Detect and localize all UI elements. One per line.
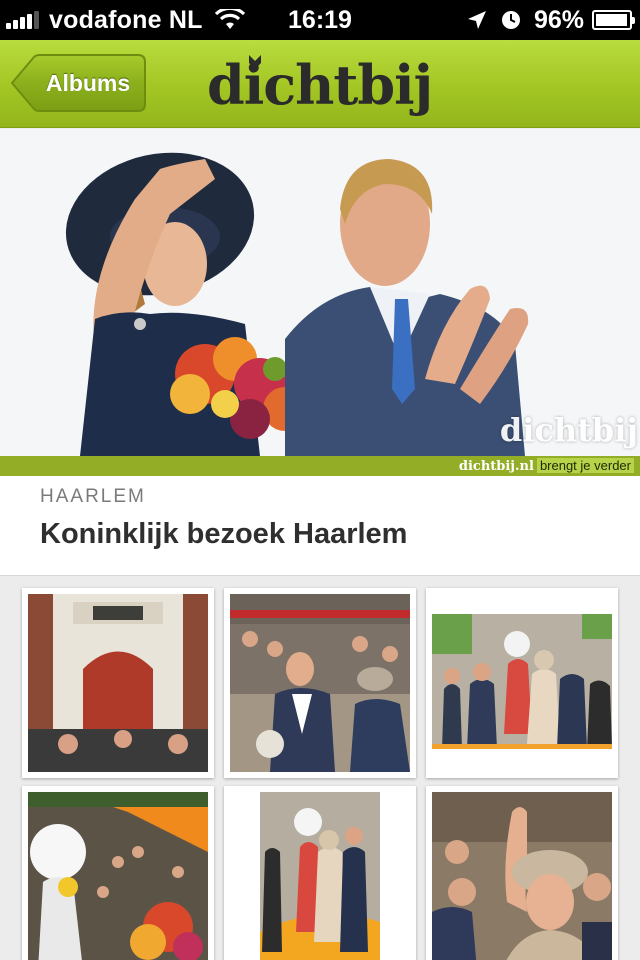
photo-orange-carpet [230,792,410,960]
photo-thumbnail[interactable] [22,786,214,960]
album-title: Koninklijk bezoek Haarlem [40,518,408,550]
logo-text: dichtbij [207,53,433,117]
cover-caption-strip: dichtbij.nl brengt je verder [0,456,640,476]
status-right: 96% [466,0,635,40]
album-header: HAARLEM Koninklijk bezoek Haarlem [0,476,640,576]
photo-thumbnail[interactable] [224,588,416,778]
navigation-bar: Albums dichtbij [0,40,640,128]
logo-leaf-icon [249,55,261,69]
photo-thumbnail[interactable] [426,588,618,778]
cover-tagline: dichtbij.nl brengt je verder [459,456,634,476]
cover-photo-illustration [0,129,640,456]
tag-site: dichtbij.nl [458,459,534,474]
photo-festival-crowd [28,792,208,960]
photo-thumbnail[interactable] [426,786,618,960]
album-location: HAARLEM [40,486,146,507]
photo-thumbnail[interactable] [224,786,416,960]
photo-queen-ceremony [432,594,612,772]
albums-back-button[interactable]: Albums [10,54,146,112]
back-button-label: Albums [45,70,131,96]
photo-king-crowd [230,594,410,772]
photo-town-hall-door [28,594,208,772]
status-bar: vodafone NL 16:19 96% [0,0,640,40]
album-cover-photo[interactable]: dichtbij [0,129,640,456]
photo-grid [0,576,640,960]
battery-percent: 96% [533,5,584,34]
photo-queen-waving [432,792,612,960]
dichtbij-logo: dichtbij [207,52,437,118]
tag-slogan: brengt je verder [536,458,634,473]
location-arrow-icon [467,11,486,29]
cover-watermark: dichtbij [499,411,638,449]
battery-icon [592,10,635,30]
photo-thumbnail[interactable] [22,588,214,778]
alarm-clock-icon [501,11,520,29]
